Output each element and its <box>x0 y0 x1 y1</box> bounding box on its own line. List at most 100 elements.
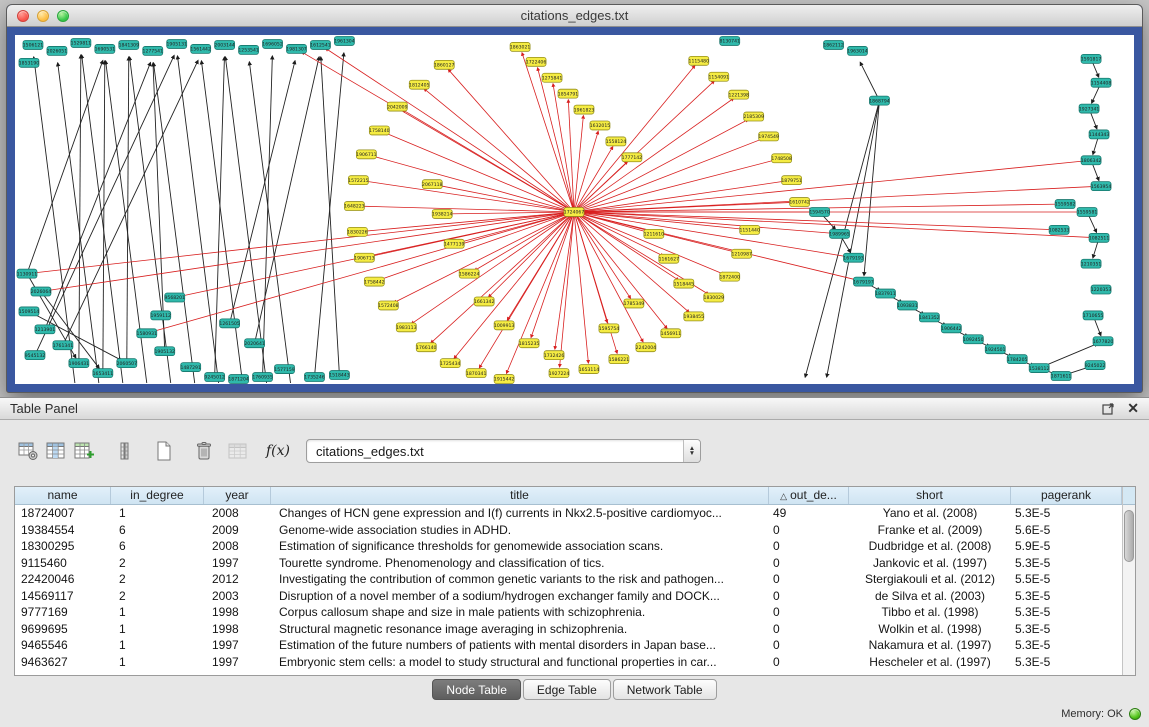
graph-node[interactable] <box>810 208 830 217</box>
cell-pagerank[interactable]: 5.9E-5 <box>1011 538 1122 555</box>
graph-node[interactable] <box>304 373 324 382</box>
cell-pagerank[interactable]: 5.3E-5 <box>1011 505 1122 522</box>
graph-node[interactable] <box>348 176 368 185</box>
cell-out_degree[interactable]: 0 <box>769 522 849 539</box>
graph-node[interactable] <box>434 60 454 69</box>
cell-out_degree[interactable]: 49 <box>769 505 849 522</box>
graph-node[interactable] <box>344 202 364 211</box>
cell-title[interactable]: Embryonic stem cells: a model to study s… <box>271 654 769 671</box>
graph-node[interactable] <box>772 154 792 163</box>
graph-node[interactable] <box>564 208 584 217</box>
graph-node[interactable] <box>310 40 330 49</box>
cell-year[interactable]: 2003 <box>204 588 271 605</box>
cell-pagerank[interactable]: 5.3E-5 <box>1011 604 1122 621</box>
graph-node[interactable] <box>334 36 354 45</box>
graph-node[interactable] <box>17 269 37 278</box>
cell-year[interactable]: 1997 <box>204 555 271 572</box>
vertical-scrollbar[interactable] <box>1122 487 1135 675</box>
float-panel-icon[interactable] <box>1102 402 1115 415</box>
graph-node[interactable] <box>19 58 39 67</box>
cell-short[interactable]: Tibbo et al. (1998) <box>849 604 1011 621</box>
graph-node[interactable] <box>1051 372 1071 381</box>
table-options-icon[interactable] <box>14 437 42 465</box>
cell-pagerank[interactable]: 5.3E-5 <box>1011 637 1122 654</box>
cell-title[interactable]: Genome-wide association studies in ADHD. <box>271 522 769 539</box>
graph-node[interactable] <box>263 39 283 48</box>
graph-node[interactable] <box>1081 156 1101 165</box>
table-row[interactable]: 946554611997Estimation of the future num… <box>15 637 1122 654</box>
delete-table-icon[interactable] <box>190 437 218 465</box>
graph-node[interactable] <box>1081 259 1101 268</box>
graph-node[interactable] <box>369 126 389 135</box>
graph-node[interactable] <box>854 277 874 286</box>
graph-node[interactable] <box>444 239 464 248</box>
graph-node[interactable] <box>466 369 486 378</box>
graph-node[interactable] <box>963 335 983 344</box>
graph-node[interactable] <box>704 293 724 302</box>
table-row[interactable]: 1938455462009Genome-wide association stu… <box>15 522 1122 539</box>
cell-name[interactable]: 18724007 <box>15 505 111 522</box>
cell-in_degree[interactable]: 2 <box>111 571 204 588</box>
graph-node[interactable] <box>830 229 850 238</box>
graph-node[interactable] <box>1081 54 1101 63</box>
graph-node[interactable] <box>459 269 479 278</box>
function-builder-icon[interactable]: f(x) <box>264 437 292 465</box>
graph-node[interactable] <box>558 89 578 98</box>
graph-node[interactable] <box>364 277 384 286</box>
graph-node[interactable] <box>848 46 868 55</box>
cell-pagerank[interactable]: 5.3E-5 <box>1011 588 1122 605</box>
graph-node[interactable] <box>1007 355 1027 364</box>
graph-node[interactable] <box>1093 337 1113 346</box>
cell-short[interactable]: Hescheler et al. (1997) <box>849 654 1011 671</box>
graph-node[interactable] <box>165 293 185 302</box>
graph-node[interactable] <box>941 324 961 333</box>
graph-node[interactable] <box>356 150 376 159</box>
graph-node[interactable] <box>897 301 917 310</box>
graph-node[interactable] <box>347 227 367 236</box>
column-header-out_degree[interactable]: △out_de... <box>769 487 849 504</box>
graph-node[interactable] <box>220 319 240 328</box>
cell-title[interactable]: Tourette syndrome. Phenomenology and cla… <box>271 555 769 572</box>
graph-node[interactable] <box>1089 130 1109 139</box>
table-row[interactable]: 2242004622012Investigating the contribut… <box>15 571 1122 588</box>
graph-node[interactable] <box>215 40 235 49</box>
graph-node[interactable] <box>574 105 594 114</box>
table-row[interactable]: 977716911998Corpus callosum shape and si… <box>15 604 1122 621</box>
cell-in_degree[interactable]: 2 <box>111 588 204 605</box>
cell-name[interactable]: 9465546 <box>15 637 111 654</box>
show-columns-icon[interactable] <box>42 437 70 465</box>
cell-name[interactable]: 9463627 <box>15 654 111 671</box>
graph-node[interactable] <box>151 311 171 320</box>
graph-node[interactable] <box>409 80 429 89</box>
cell-name[interactable]: 9777169 <box>15 604 111 621</box>
graph-node[interactable] <box>674 279 694 288</box>
cell-short[interactable]: Stergiakouli et al. (2012) <box>849 571 1011 588</box>
graph-node[interactable] <box>622 153 642 162</box>
table-row[interactable]: 969969511998Structural magnetic resonanc… <box>15 621 1122 638</box>
graph-node[interactable] <box>510 42 530 51</box>
graph-node[interactable] <box>661 329 681 338</box>
close-panel-icon[interactable]: ✕ <box>1127 400 1139 417</box>
column-header-short[interactable]: short <box>849 487 1011 504</box>
graph-node[interactable] <box>239 45 259 54</box>
cell-in_degree[interactable]: 1 <box>111 654 204 671</box>
cell-out_degree[interactable]: 0 <box>769 538 849 555</box>
graph-node[interactable] <box>71 38 91 47</box>
tab-network-table[interactable]: Network Table <box>613 679 717 700</box>
graph-node[interactable] <box>744 112 764 121</box>
graph-node[interactable] <box>844 253 864 262</box>
graph-node[interactable] <box>624 299 644 308</box>
column-header-pagerank[interactable]: pagerank <box>1011 487 1122 504</box>
graph-node[interactable] <box>609 355 629 364</box>
graph-node[interactable] <box>875 289 895 298</box>
cell-out_degree[interactable]: 0 <box>769 637 849 654</box>
cell-in_degree[interactable]: 6 <box>111 522 204 539</box>
graph-node[interactable] <box>684 312 704 321</box>
graph-node[interactable] <box>354 253 374 262</box>
cell-short[interactable]: Jankovic et al. (1997) <box>849 555 1011 572</box>
graph-node[interactable] <box>440 359 460 368</box>
scrollbar-thumb[interactable] <box>1124 510 1134 562</box>
cell-in_degree[interactable]: 1 <box>111 604 204 621</box>
graph-node[interactable] <box>1083 311 1103 320</box>
graph-node[interactable] <box>659 254 679 263</box>
